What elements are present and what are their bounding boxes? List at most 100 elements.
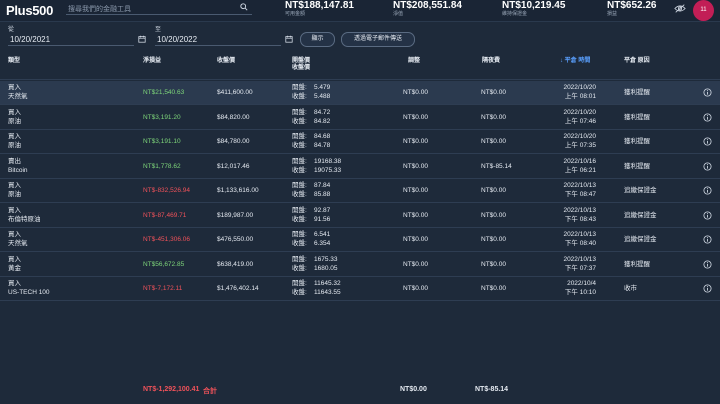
row-action: 買入: [8, 255, 21, 263]
row-open-price: 19168.38: [314, 157, 342, 165]
row-close-label: 收盤:: [292, 93, 307, 100]
row-open-price: 11645.32: [314, 280, 341, 287]
info-icon[interactable]: [703, 88, 712, 97]
row-instrument: 原油: [8, 142, 21, 149]
info-icon[interactable]: [703, 284, 712, 293]
row-overnight: NT$0.00: [481, 236, 506, 243]
row-close-price: 19075.33: [314, 166, 342, 174]
row-close-reason: 追繳保證金: [624, 211, 657, 219]
to-label: 至: [155, 27, 162, 33]
table-row[interactable]: 賣出 Bitcoin NT$1,778.62 $12,017.46 開盤: 19168.3…: [0, 155, 720, 179]
show-button[interactable]: 顯示: [300, 32, 335, 47]
search-input[interactable]: 搜尋我們的金融工具: [66, 2, 252, 15]
row-action: 買入: [8, 280, 21, 287]
col-type[interactable]: 類型: [8, 58, 20, 65]
row-open-label: 開盤:: [292, 255, 307, 263]
row-overnight: NT$0.00: [481, 113, 506, 121]
row-close-label: 收盤:: [292, 117, 307, 125]
row-open-price: 84.72: [314, 108, 331, 116]
top-bar: Plus500 搜尋我們的金融工具 NT$188,147.81 可用金額 NT$…: [0, 0, 720, 22]
row-close-date: 2022/10/13: [563, 182, 596, 189]
table-row[interactable]: 買入 天然氣 NT$-451,306.06 $476,550.00 開盤: 6.541 收盤…: [0, 228, 720, 252]
logo[interactable]: Plus500: [6, 3, 53, 18]
table-header: 類型 淨損益 收盤價 開盤價 收盤價 調整 隔夜費 ↓ 平倉 時間 平倉 原因: [0, 52, 720, 80]
row-close-reason: 追繳保證金: [624, 187, 657, 194]
info-icon[interactable]: [703, 235, 712, 244]
email-button[interactable]: 透過電子郵件傳送: [341, 32, 415, 47]
to-date-input[interactable]: 10/20/2022: [155, 33, 281, 46]
row-close-price: 91.56: [314, 215, 331, 223]
table-row[interactable]: 買入 US-TECH 100 NT$-7,172.11 $1,476,402.14 開盤…: [0, 277, 720, 301]
row-overnight: NT$0.00: [481, 138, 506, 145]
notification-badge[interactable]: 11: [693, 0, 714, 21]
row-overnight: NT$0.00: [481, 260, 506, 268]
row-close-time: 上午 07:35: [564, 142, 596, 149]
row-close-label: 收盤:: [292, 264, 307, 272]
info-icon[interactable]: [703, 186, 712, 195]
info-icon[interactable]: [703, 259, 712, 269]
table-row[interactable]: 買入 布倫特原油 NT$-87,469.71 $189,987.00 開盤: 92.87 收…: [0, 204, 720, 228]
eye-off-icon[interactable]: [674, 4, 686, 13]
row-close-time: 上午 06:21: [564, 166, 596, 174]
row-close-time: 下午 08:40: [564, 240, 596, 247]
row-net-pl: NT$21,540.63: [143, 89, 185, 96]
row-close-label: 收盤:: [292, 215, 307, 223]
row-close-label: 收盤:: [292, 289, 307, 296]
row-close-time: 上午 08:01: [564, 93, 596, 100]
col-close-reason[interactable]: 平倉 原因: [624, 58, 650, 65]
row-open-label: 開盤:: [292, 84, 307, 91]
col-close-amount[interactable]: 收盤價: [217, 58, 235, 65]
row-open-label: 開盤:: [292, 157, 307, 165]
col-overnight[interactable]: 隔夜費: [482, 58, 500, 65]
sort-arrow-down-icon: ↓: [560, 58, 563, 64]
table-row[interactable]: 買入 黃金 NT$56,672.85 $638,419.00 開盤: 1675.33 收盤:…: [0, 253, 720, 277]
row-close-reason: 追繳保證金: [624, 236, 657, 243]
row-close-date: 2022/10/20: [563, 108, 596, 116]
col-adjust[interactable]: 調整: [408, 58, 420, 65]
row-action: 買入: [8, 231, 21, 238]
row-instrument: 布倫特原油: [8, 215, 41, 223]
row-close-amount: $411,600.00: [217, 89, 253, 96]
col-open-close[interactable]: 開盤價 收盤價: [292, 58, 310, 72]
row-close-time: 下午 07:37: [564, 264, 596, 272]
row-close-amount: $84,820.00: [217, 113, 250, 121]
table-row[interactable]: 買入 原油 NT$-832,526.94 $1,133,616.00 開盤: 87.84 收…: [0, 179, 720, 203]
total-pl: NT$-1,292,100.41: [143, 386, 200, 393]
from-date-input[interactable]: 10/20/2021: [8, 33, 134, 46]
row-overnight: NT$0.00: [481, 187, 506, 194]
info-icon[interactable]: [703, 137, 712, 146]
calendar-icon[interactable]: [285, 35, 293, 43]
row-close-price: 85.88: [314, 191, 331, 198]
row-instrument: 黃金: [8, 264, 21, 272]
row-adjust: NT$0.00: [403, 211, 428, 219]
col-close-time[interactable]: ↓ 平倉 時間: [560, 58, 590, 65]
row-adjust: NT$0.00: [403, 260, 428, 268]
col-close-label: 收盤價: [292, 65, 311, 71]
stat-available-value: NT$188,147.81: [285, 0, 354, 11]
info-icon[interactable]: [703, 210, 712, 220]
table-row[interactable]: 買入 原油 NT$3,191.10 $84,780.00 開盤: 84.68 收盤: 84.7…: [0, 130, 720, 154]
total-overnight: NT$-85.14: [475, 386, 509, 393]
table-row[interactable]: 買入 原油 NT$3,191.20 $84,820.00 開盤: 84.72 收盤: 84.8…: [0, 106, 720, 130]
row-action: 買入: [8, 108, 21, 116]
row-close-label: 收盤:: [292, 142, 307, 149]
row-close-amount: $638,419.00: [217, 260, 254, 268]
search-icon[interactable]: [240, 3, 248, 11]
row-open-price: 5.479: [314, 84, 331, 91]
stat-equity: NT$208,551.84 淨值: [393, 0, 462, 18]
table-row[interactable]: 買入 天然氣 NT$21,540.63 $411,600.00 開盤: 5.479 收盤: 5…: [0, 81, 720, 105]
row-action: 買入: [8, 206, 21, 214]
col-close-time-label: 平倉 時間: [564, 58, 591, 64]
row-open-label: 開盤:: [292, 182, 307, 189]
row-close-reason: 獲利提醒: [624, 162, 650, 170]
row-net-pl: NT$56,672.85: [143, 260, 185, 268]
info-icon[interactable]: [703, 112, 712, 122]
row-action: 買入: [8, 84, 21, 91]
info-icon[interactable]: [703, 161, 712, 171]
row-adjust: NT$0.00: [403, 113, 428, 121]
col-net-pl[interactable]: 淨損益: [143, 58, 161, 65]
col-open-label: 開盤價: [292, 58, 311, 64]
calendar-icon[interactable]: [138, 35, 146, 43]
row-close-amount: $476,550.00: [217, 236, 254, 243]
row-overnight: NT$0.00: [481, 211, 506, 219]
